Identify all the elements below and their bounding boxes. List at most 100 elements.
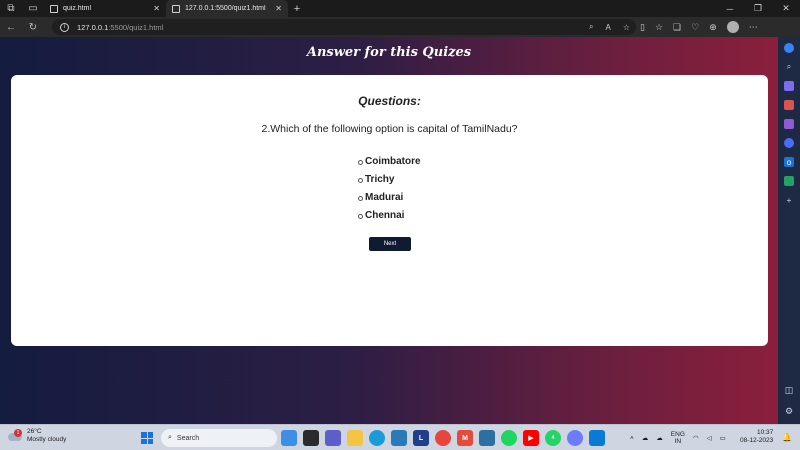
- settings-gear-icon[interactable]: ⚙: [785, 406, 793, 417]
- url-tools: ⌕ A ☆: [589, 19, 630, 35]
- close-window-icon[interactable]: ✕: [772, 0, 800, 17]
- outlook-icon[interactable]: o: [784, 157, 794, 167]
- whatsapp-icon[interactable]: 4: [545, 430, 561, 446]
- favorites-icon[interactable]: ☆: [655, 22, 663, 33]
- cloud-icon: 1: [8, 429, 22, 442]
- close-tab-icon[interactable]: ✕: [153, 4, 160, 13]
- add-sidebar-app-icon[interactable]: +: [784, 195, 794, 205]
- radio-button[interactable]: [358, 159, 363, 165]
- radio-button[interactable]: [358, 177, 363, 183]
- address-bar-row: ← ↻ i 127.0.0.1:5500/quiz1.html ⌕ A ☆ ▯ …: [0, 17, 800, 37]
- browser-essentials-icon[interactable]: ♡: [691, 22, 699, 33]
- notification-bell-icon[interactable]: 🔔: [782, 433, 792, 442]
- window-controls: ─ ❐ ✕: [716, 0, 800, 17]
- edge-icon[interactable]: [369, 430, 385, 446]
- browser-toolbar: ▯ ☆ ❏ ♡ ⊕ ⋯: [640, 17, 758, 37]
- weather-desc: Mostly cloudy: [27, 436, 67, 443]
- answer-options: Coimbatore Trichy Madurai Chennai: [358, 152, 421, 224]
- clock[interactable]: 10:37 08-12-2023: [740, 429, 773, 445]
- question-text: 2.Which of the following option is capit…: [261, 123, 518, 135]
- task-view-icon[interactable]: [303, 430, 319, 446]
- taskbar-apps: L M ▶ 4: [281, 430, 605, 446]
- system-tray: ˄ ☁ ☁ ENG IN ◠ ◁ ▭: [630, 428, 726, 448]
- battery-icon[interactable]: ▭: [720, 434, 726, 442]
- wifi-icon[interactable]: ◠: [693, 434, 699, 442]
- more-menu-icon[interactable]: ⋯: [749, 22, 758, 33]
- restore-icon[interactable]: ❐: [744, 0, 772, 17]
- games-icon[interactable]: [784, 119, 794, 129]
- app-icon[interactable]: [479, 430, 495, 446]
- onedrive-icon[interactable]: ☁: [656, 434, 663, 442]
- search-icon[interactable]: ⌕: [784, 62, 794, 72]
- profile-avatar[interactable]: [726, 21, 739, 33]
- tab-quiz[interactable]: quiz.html ✕: [44, 0, 166, 17]
- chevron-up-icon[interactable]: ˄: [630, 435, 634, 442]
- lang-bottom: IN: [674, 438, 682, 445]
- clock-time: 10:37: [756, 429, 774, 436]
- split-screen-icon[interactable]: ▯: [640, 22, 645, 33]
- microsoft365-icon[interactable]: [784, 138, 794, 148]
- taskbar-search[interactable]: ⌕ Search: [161, 429, 277, 447]
- next-button[interactable]: Next: [369, 237, 411, 251]
- weather-widget[interactable]: 1 26°C Mostly cloudy: [8, 428, 66, 444]
- language-indicator[interactable]: ENG IN: [671, 431, 685, 445]
- zoom-icon[interactable]: ⌕: [589, 22, 593, 32]
- option-chennai[interactable]: Chennai: [358, 206, 421, 224]
- start-button[interactable]: [141, 432, 153, 444]
- mcafee-icon[interactable]: M: [457, 430, 473, 446]
- url-path: :5500/quiz1.html: [108, 22, 164, 32]
- page-title: Answer for this Quizes: [306, 45, 472, 60]
- collections-icon[interactable]: ❏: [673, 22, 681, 33]
- shopping-icon[interactable]: [784, 81, 794, 91]
- windows-taskbar: 1 26°C Mostly cloudy ⌕ Search L M ▶ 4 ˄ …: [0, 424, 800, 450]
- teams-icon[interactable]: [325, 430, 341, 446]
- hide-sidebar-icon[interactable]: ◫: [785, 385, 794, 396]
- option-label: Chennai: [365, 209, 405, 221]
- clock-date: 08-12-2023: [740, 437, 774, 444]
- spotify-icon[interactable]: [501, 430, 517, 446]
- store-icon[interactable]: [391, 430, 407, 446]
- new-tab-button[interactable]: +: [288, 0, 306, 17]
- read-aloud-icon[interactable]: A: [605, 23, 610, 32]
- volume-icon[interactable]: ◁: [707, 434, 712, 442]
- weather-badge: 1: [14, 429, 22, 437]
- chrome-icon[interactable]: [435, 430, 451, 446]
- lang-top: ENG: [670, 431, 685, 438]
- option-coimbatore[interactable]: Coimbatore: [358, 152, 421, 170]
- weather-temp: 26°C: [27, 428, 42, 435]
- file-explorer-icon[interactable]: [347, 430, 363, 446]
- browser-tab-bar: ⧉ ▭ quiz.html ✕ 127.0.0.1:5500/quiz1.htm…: [0, 0, 800, 17]
- url-host: 127.0.0.1: [77, 22, 109, 32]
- drop-icon[interactable]: [784, 176, 794, 186]
- file-icon: [50, 4, 58, 13]
- option-trichy[interactable]: Trichy: [358, 170, 421, 188]
- extensions-icon[interactable]: ⊕: [709, 22, 717, 33]
- favorite-star-icon[interactable]: ☆: [623, 23, 630, 32]
- tab-actions-icon[interactable]: ▭: [22, 0, 44, 17]
- file-icon: [172, 4, 180, 13]
- option-madurai[interactable]: Madurai: [358, 188, 421, 206]
- l-app-icon[interactable]: L: [413, 430, 429, 446]
- quiz-page: Answer for this Quizes Questions: 2.Whic…: [0, 37, 778, 424]
- cloud-sync-icon[interactable]: ☁: [642, 434, 649, 442]
- option-label: Madurai: [365, 191, 404, 203]
- tools-icon[interactable]: [784, 100, 794, 110]
- radio-button[interactable]: [358, 213, 363, 219]
- copilot-icon[interactable]: [784, 43, 794, 53]
- whatsapp-badge: 4: [551, 435, 555, 441]
- tab-quiz1[interactable]: 127.0.0.1:5500/quiz1.html ✕: [166, 0, 288, 17]
- option-label: Coimbatore: [365, 155, 421, 167]
- option-label: Trichy: [365, 173, 395, 185]
- youtube-icon[interactable]: ▶: [523, 430, 539, 446]
- close-tab-icon[interactable]: ✕: [275, 4, 282, 13]
- back-button[interactable]: ←: [0, 17, 22, 37]
- copilot-app-icon[interactable]: [281, 430, 297, 446]
- minimize-icon[interactable]: ─: [716, 0, 744, 17]
- site-info-icon[interactable]: i: [60, 22, 69, 32]
- radio-button[interactable]: [358, 195, 363, 201]
- refresh-button[interactable]: ↻: [22, 17, 44, 37]
- url-field[interactable]: i 127.0.0.1:5500/quiz1.html ⌕ A ☆: [52, 19, 636, 35]
- vscode-icon[interactable]: [589, 430, 605, 446]
- workspaces-icon[interactable]: ⧉: [0, 0, 22, 17]
- chrome-dev-icon[interactable]: [567, 430, 583, 446]
